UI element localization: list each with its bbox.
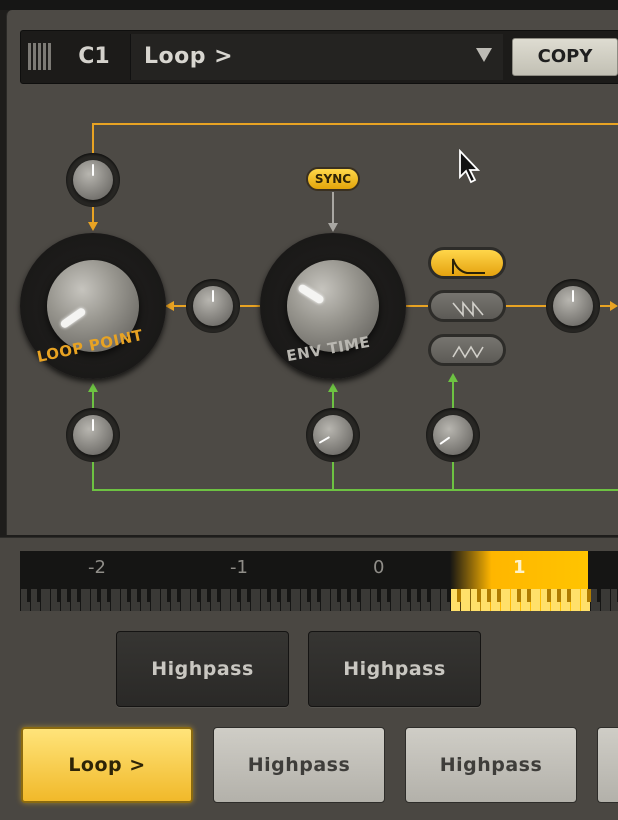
sync-button[interactable]: SYNC xyxy=(306,167,360,191)
decay-shape-icon xyxy=(452,258,485,274)
env-to-loop-knob[interactable] xyxy=(193,286,233,326)
octave-keyboard-bar[interactable]: -2 -1 0 1 xyxy=(20,551,618,611)
highpass-button-3[interactable]: Highpass xyxy=(213,727,385,803)
waveform-button-decay[interactable] xyxy=(428,247,506,279)
loop-point-mod-knob[interactable] xyxy=(73,160,113,200)
partial-button[interactable] xyxy=(597,727,618,803)
output-amount-knob[interactable] xyxy=(553,286,593,326)
shape-velocity-knob[interactable] xyxy=(433,415,473,455)
octave-label-active: 1 xyxy=(513,557,526,578)
highpass-button-2[interactable]: Highpass xyxy=(308,631,481,707)
mini-keyboard xyxy=(21,589,618,611)
highpass-button-1[interactable]: Highpass xyxy=(116,631,289,707)
octave-label: -1 xyxy=(230,557,248,578)
mouse-cursor-icon xyxy=(459,149,481,184)
env-velocity-knob[interactable] xyxy=(313,415,353,455)
octave-label: -2 xyxy=(88,557,106,578)
loop-preset-button[interactable]: Loop > xyxy=(21,727,193,803)
saw-shape-icon xyxy=(452,300,484,318)
triangle-shape-icon xyxy=(452,345,484,359)
octave-label: 0 xyxy=(373,557,385,578)
waveform-button-saw[interactable] xyxy=(428,290,506,322)
highpass-button-4[interactable]: Highpass xyxy=(405,727,577,803)
loop-velocity-knob[interactable] xyxy=(73,415,113,455)
instrument-panel: C1 Loop > COPY LOOP POINT ENV TIME SYNC … xyxy=(0,0,618,820)
waveform-button-triangle[interactable] xyxy=(428,334,506,366)
